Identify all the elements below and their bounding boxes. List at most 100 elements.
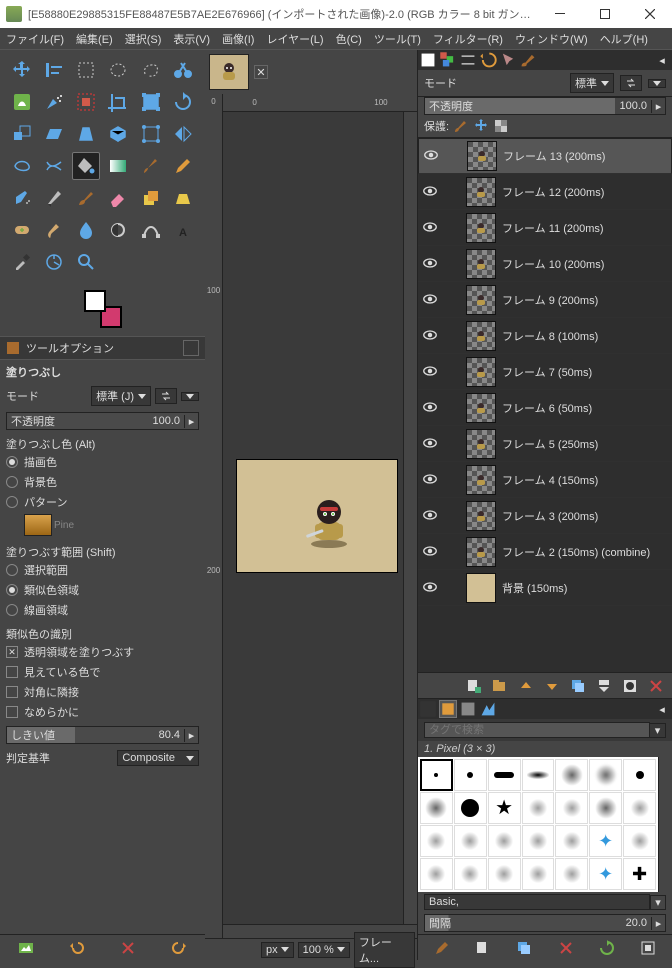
criteria-select[interactable]: Composite [117, 750, 199, 766]
layer-row[interactable]: フレーム 10 (200ms) [418, 246, 672, 282]
layer-link-icon[interactable] [446, 219, 460, 237]
document-tab-close[interactable]: ✕ [254, 65, 268, 79]
menu-layer[interactable]: レイヤー(L) [260, 29, 329, 49]
layer-visibility-icon[interactable] [423, 147, 441, 165]
brush-tab-patterns[interactable] [459, 700, 477, 718]
layer-visibility-icon[interactable] [422, 507, 440, 525]
brush-scrollbar[interactable] [658, 757, 672, 892]
layer-row[interactable]: フレーム 9 (200ms) [418, 282, 672, 318]
brush-spacing-slider[interactable]: 間隔 20.0▸ [424, 914, 666, 932]
images-icon[interactable] [18, 940, 34, 956]
layer-row[interactable]: フレーム 6 (50ms) [418, 390, 672, 426]
raise-layer-button[interactable] [518, 678, 534, 694]
dock-menu-button[interactable]: ◂ [653, 51, 671, 69]
layer-mode-swap[interactable] [620, 75, 642, 91]
menu-filters[interactable]: フィルター(R) [427, 29, 509, 49]
layer-row[interactable]: フレーム 2 (150ms) (combine) [418, 534, 672, 570]
layer-link-icon[interactable] [446, 507, 460, 525]
tool-zoom[interactable] [72, 248, 100, 276]
layer-visibility-icon[interactable] [422, 399, 440, 417]
layer-link-icon[interactable] [446, 291, 460, 309]
layer-mode-extra[interactable] [648, 79, 666, 88]
area-selection-radio[interactable] [6, 564, 18, 576]
layer-link-icon[interactable] [446, 183, 460, 201]
mode-swap-button[interactable] [155, 388, 177, 404]
fill-bg-radio[interactable] [6, 476, 18, 488]
tool-foreground-select[interactable] [8, 88, 36, 116]
tool-path[interactable] [137, 216, 165, 244]
window-minimize-button[interactable] [537, 0, 582, 28]
brush-new-button[interactable] [475, 940, 491, 956]
layer-visibility-icon[interactable] [422, 543, 440, 561]
tool-rect-select[interactable] [72, 56, 100, 84]
tab-channels[interactable] [439, 51, 457, 69]
layer-visibility-icon[interactable] [422, 219, 440, 237]
tool-warp[interactable] [40, 152, 68, 180]
brush-asfile-button[interactable] [640, 940, 656, 956]
lower-layer-button[interactable] [544, 678, 560, 694]
tool-mypaint-brush[interactable] [72, 184, 100, 212]
menu-windows[interactable]: ウィンドウ(W) [509, 29, 594, 49]
layer-visibility-icon[interactable] [422, 435, 440, 453]
tool-perspective-clone[interactable] [169, 184, 197, 212]
ruler-vertical[interactable]: 0100200 [205, 94, 223, 938]
brush-tab-options[interactable] [419, 700, 437, 718]
check-diagonal[interactable] [6, 686, 18, 698]
layer-visibility-icon[interactable] [422, 327, 440, 345]
tool-crop[interactable] [104, 88, 132, 116]
menu-help[interactable]: ヘルプ(H) [594, 29, 654, 49]
area-similar-radio[interactable] [6, 584, 18, 596]
tool-gradient[interactable] [104, 152, 132, 180]
tool-bucket-fill[interactable] [72, 152, 100, 180]
layer-row[interactable]: フレーム 12 (200ms) [418, 174, 672, 210]
tool-free-select[interactable] [137, 56, 165, 84]
tool-scissors[interactable] [169, 56, 197, 84]
tool-unified-transform[interactable] [137, 88, 165, 116]
layer-row[interactable]: フレーム 7 (50ms) [418, 354, 672, 390]
merge-down-button[interactable] [596, 678, 612, 694]
layer-row[interactable]: フレーム 5 (250ms) [418, 426, 672, 462]
menu-image[interactable]: 画像(I) [216, 29, 260, 49]
brush-duplicate-button[interactable] [516, 940, 532, 956]
menu-file[interactable]: ファイル(F) [0, 29, 70, 49]
tool-text[interactable]: A [169, 216, 197, 244]
layer-row[interactable]: 背景 (150ms) [418, 570, 672, 606]
delete-layer-button[interactable] [648, 678, 664, 694]
layer-visibility-icon[interactable] [422, 579, 440, 597]
pattern-chip[interactable] [24, 514, 52, 536]
brush-delete-button[interactable] [558, 940, 574, 956]
tab-brushes[interactable] [519, 51, 537, 69]
layer-link-icon[interactable] [446, 435, 460, 453]
brush-tab-gradients[interactable] [479, 700, 497, 718]
tab-layers[interactable] [419, 51, 437, 69]
tool-by-color-select[interactable] [72, 88, 100, 116]
tool-scale[interactable] [8, 120, 36, 148]
tab-paths[interactable] [459, 51, 477, 69]
lock-alpha-icon[interactable] [493, 118, 509, 134]
tool-ink[interactable] [40, 184, 68, 212]
tool-ellipse-select[interactable] [104, 56, 132, 84]
brush-grid[interactable]: ★ ✦ ✦ [418, 757, 658, 892]
tool-fuzzy-select[interactable] [40, 88, 68, 116]
check-antialias[interactable] [6, 706, 18, 718]
window-maximize-button[interactable] [582, 0, 627, 28]
layer-link-icon[interactable] [446, 579, 460, 597]
tool-smudge[interactable] [40, 216, 68, 244]
tool-cage[interactable] [8, 152, 36, 180]
tool-dodge-burn[interactable] [104, 216, 132, 244]
menu-colors[interactable]: 色(C) [330, 29, 368, 49]
mode-select[interactable]: 標準 (J) [91, 386, 151, 406]
menu-view[interactable]: 表示(V) [167, 29, 216, 49]
layer-visibility-icon[interactable] [422, 183, 440, 201]
tool-handle-transform[interactable] [137, 120, 165, 148]
ruler-horizontal[interactable]: 0100 [223, 94, 417, 112]
tool-measure[interactable] [40, 248, 68, 276]
tool-flip[interactable] [169, 120, 197, 148]
menu-edit[interactable]: 編集(E) [70, 29, 119, 49]
tool-eraser[interactable] [104, 184, 132, 212]
tool-pencil[interactable] [169, 152, 197, 180]
layer-row[interactable]: フレーム 11 (200ms) [418, 210, 672, 246]
layer-row[interactable]: フレーム 8 (100ms) [418, 318, 672, 354]
lock-pixels-icon[interactable] [453, 118, 469, 134]
fill-fg-radio[interactable] [6, 456, 18, 468]
